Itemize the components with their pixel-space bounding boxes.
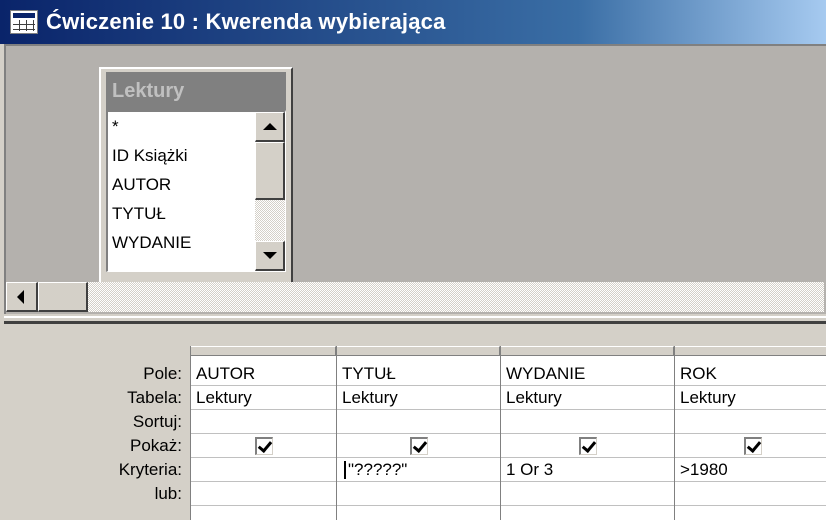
row-label-criteria: Kryteria: <box>118 460 182 479</box>
criteria-cell[interactable]: 1 Or 3 <box>501 458 674 482</box>
grid-column-autor[interactable]: AUTOR Lektury <box>190 346 336 520</box>
table-pane[interactable]: Lektury * ID Książki AUTOR TYTUŁ WYDANIE <box>4 44 826 314</box>
scroll-thumb[interactable] <box>255 142 285 200</box>
arrow-left-icon <box>17 290 24 304</box>
table-pane-hscrollbar[interactable] <box>6 282 824 312</box>
or-cell[interactable] <box>191 482 336 506</box>
or-cell[interactable] <box>337 482 500 506</box>
arrow-up-icon <box>263 123 277 130</box>
row-label-sort: Sortuj: <box>132 412 182 431</box>
table-field-list-window[interactable]: Lektury * ID Książki AUTOR TYTUŁ WYDANIE <box>99 67 293 285</box>
field-cell[interactable]: ROK <box>675 362 826 386</box>
show-checkbox[interactable] <box>409 437 428 455</box>
table-cell[interactable]: Lektury <box>675 386 826 410</box>
row-labels: Pole: Tabela: Sortuj: Pokaż: Kryteria: l… <box>0 362 190 506</box>
hscroll-thumb[interactable] <box>38 282 88 312</box>
show-checkbox[interactable] <box>254 437 273 455</box>
sort-cell[interactable] <box>191 410 336 434</box>
row-label-table: Tabela: <box>127 388 182 407</box>
scroll-down-button[interactable] <box>255 241 285 271</box>
sort-cell[interactable] <box>337 410 500 434</box>
field-list[interactable]: * ID Książki AUTOR TYTUŁ WYDANIE <box>106 110 286 272</box>
grid-column-rok[interactable]: ROK Lektury >1980 <box>674 346 826 520</box>
arrow-down-icon <box>263 252 277 259</box>
column-selector[interactable] <box>501 346 674 356</box>
scroll-up-button[interactable] <box>255 112 285 142</box>
field-cell[interactable]: TYTUŁ <box>337 362 500 386</box>
table-cell[interactable]: Lektury <box>191 386 336 410</box>
show-cell[interactable] <box>675 434 826 458</box>
sort-cell[interactable] <box>675 410 826 434</box>
show-cell[interactable] <box>191 434 336 458</box>
column-selector[interactable] <box>191 346 336 356</box>
table-title[interactable]: Lektury <box>106 72 286 110</box>
row-label-show: Pokaż: <box>130 436 182 455</box>
grid-column-tytul[interactable]: TYTUŁ Lektury "?????" <box>336 346 500 520</box>
table-cell[interactable]: Lektury <box>337 386 500 410</box>
show-checkbox[interactable] <box>578 437 597 455</box>
text-caret <box>344 461 346 479</box>
grid-column-wydanie[interactable]: WYDANIE Lektury 1 Or 3 <box>500 346 674 520</box>
window-title: Ćwiczenie 10 : Kwerenda wybierająca <box>46 9 446 34</box>
column-selector[interactable] <box>337 346 500 356</box>
or-cell[interactable] <box>501 482 674 506</box>
design-grid-area: Pole: Tabela: Sortuj: Pokaż: Kryteria: l… <box>0 324 826 520</box>
field-cell[interactable]: AUTOR <box>191 362 336 386</box>
criteria-cell[interactable] <box>191 458 336 482</box>
show-cell[interactable] <box>501 434 674 458</box>
criteria-cell[interactable]: >1980 <box>675 458 826 482</box>
table-cell[interactable]: Lektury <box>501 386 674 410</box>
sort-cell[interactable] <box>501 410 674 434</box>
show-cell[interactable] <box>337 434 500 458</box>
title-bar[interactable]: Ćwiczenie 10 : Kwerenda wybierająca <box>0 0 826 44</box>
pane-splitter[interactable] <box>4 316 826 324</box>
or-cell[interactable] <box>675 482 826 506</box>
field-cell[interactable]: WYDANIE <box>501 362 674 386</box>
scroll-left-button[interactable] <box>6 282 38 312</box>
row-label-or: lub: <box>154 484 182 503</box>
query-design-grid[interactable]: AUTOR Lektury TYTUŁ Lektury "?????" WYDA… <box>190 346 826 520</box>
query-icon[interactable] <box>10 10 38 34</box>
criteria-text: "?????" <box>348 460 408 479</box>
criteria-cell[interactable]: "?????" <box>337 458 500 482</box>
column-selector[interactable] <box>675 346 826 356</box>
row-label-field: Pole: <box>143 364 182 383</box>
show-checkbox[interactable] <box>743 437 762 455</box>
field-list-scrollbar[interactable] <box>255 112 285 271</box>
